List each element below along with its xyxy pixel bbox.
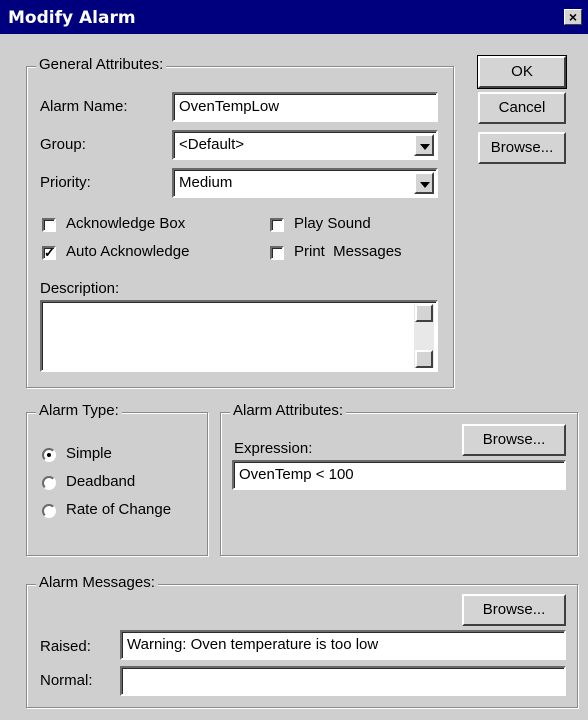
title-bar: Modify Alarm ×	[0, 0, 588, 34]
alarm-messages-legend: Alarm Messages:	[36, 574, 158, 591]
ok-button[interactable]: OK	[477, 55, 567, 89]
group-label: Group:	[40, 136, 86, 153]
play-sound-label: Play Sound	[294, 215, 371, 232]
close-icon: ×	[568, 9, 578, 25]
general-attributes-legend: General Attributes:	[36, 56, 167, 73]
acknowledge-box-checkbox[interactable]	[42, 218, 56, 232]
raised-message-input[interactable]: Warning: Oven temperature is too low	[120, 630, 566, 660]
alarm-type-legend: Alarm Type:	[36, 402, 122, 419]
alarm-attributes-legend: Alarm Attributes:	[230, 402, 347, 419]
normal-message-input[interactable]	[120, 666, 566, 696]
messages-browse-button[interactable]: Browse...	[462, 594, 566, 626]
play-sound-checkbox[interactable]	[270, 218, 284, 232]
arrow-up-icon[interactable]	[415, 304, 433, 322]
group-select[interactable]: <Default>	[172, 130, 438, 160]
close-button[interactable]: ×	[564, 9, 582, 25]
arrow-down-icon[interactable]	[415, 350, 433, 368]
expression-browse-button[interactable]: Browse...	[462, 424, 566, 456]
alarm-name-label: Alarm Name:	[40, 98, 128, 115]
radio-simple[interactable]	[42, 448, 56, 462]
radio-deadband[interactable]	[42, 476, 56, 490]
raised-label: Raised:	[40, 638, 91, 655]
chevron-down-icon[interactable]	[414, 134, 434, 156]
checkmark-icon: ✓	[44, 245, 55, 260]
priority-select[interactable]: Medium	[172, 168, 438, 198]
expression-input[interactable]: OvenTemp < 100	[232, 460, 566, 490]
group-select-value: <Default>	[179, 136, 245, 153]
description-textarea[interactable]	[40, 300, 438, 372]
priority-label: Priority:	[40, 174, 91, 191]
description-label: Description:	[40, 280, 120, 297]
description-scrollbar[interactable]	[414, 304, 434, 368]
browse-button[interactable]: Browse...	[478, 132, 566, 164]
cancel-button[interactable]: Cancel	[478, 92, 566, 124]
radio-deadband-label: Deadband	[66, 473, 136, 490]
auto-acknowledge-label: Auto Acknowledge	[66, 243, 190, 260]
acknowledge-box-label: Acknowledge Box	[66, 215, 186, 232]
expression-label: Expression:	[234, 440, 313, 457]
alarm-name-input[interactable]: OvenTempLow	[172, 92, 438, 122]
chevron-down-icon[interactable]	[414, 172, 434, 194]
normal-label: Normal:	[40, 672, 93, 689]
window-title: Modify Alarm	[8, 8, 136, 28]
print-messages-label: Print Messages	[294, 243, 402, 260]
auto-acknowledge-checkbox[interactable]: ✓	[42, 246, 56, 260]
priority-select-value: Medium	[179, 174, 233, 191]
radio-rate-of-change-label: Rate of Change	[66, 501, 172, 518]
radio-rate-of-change[interactable]	[42, 504, 56, 518]
radio-simple-label: Simple	[66, 445, 112, 462]
print-messages-checkbox[interactable]	[270, 246, 284, 260]
